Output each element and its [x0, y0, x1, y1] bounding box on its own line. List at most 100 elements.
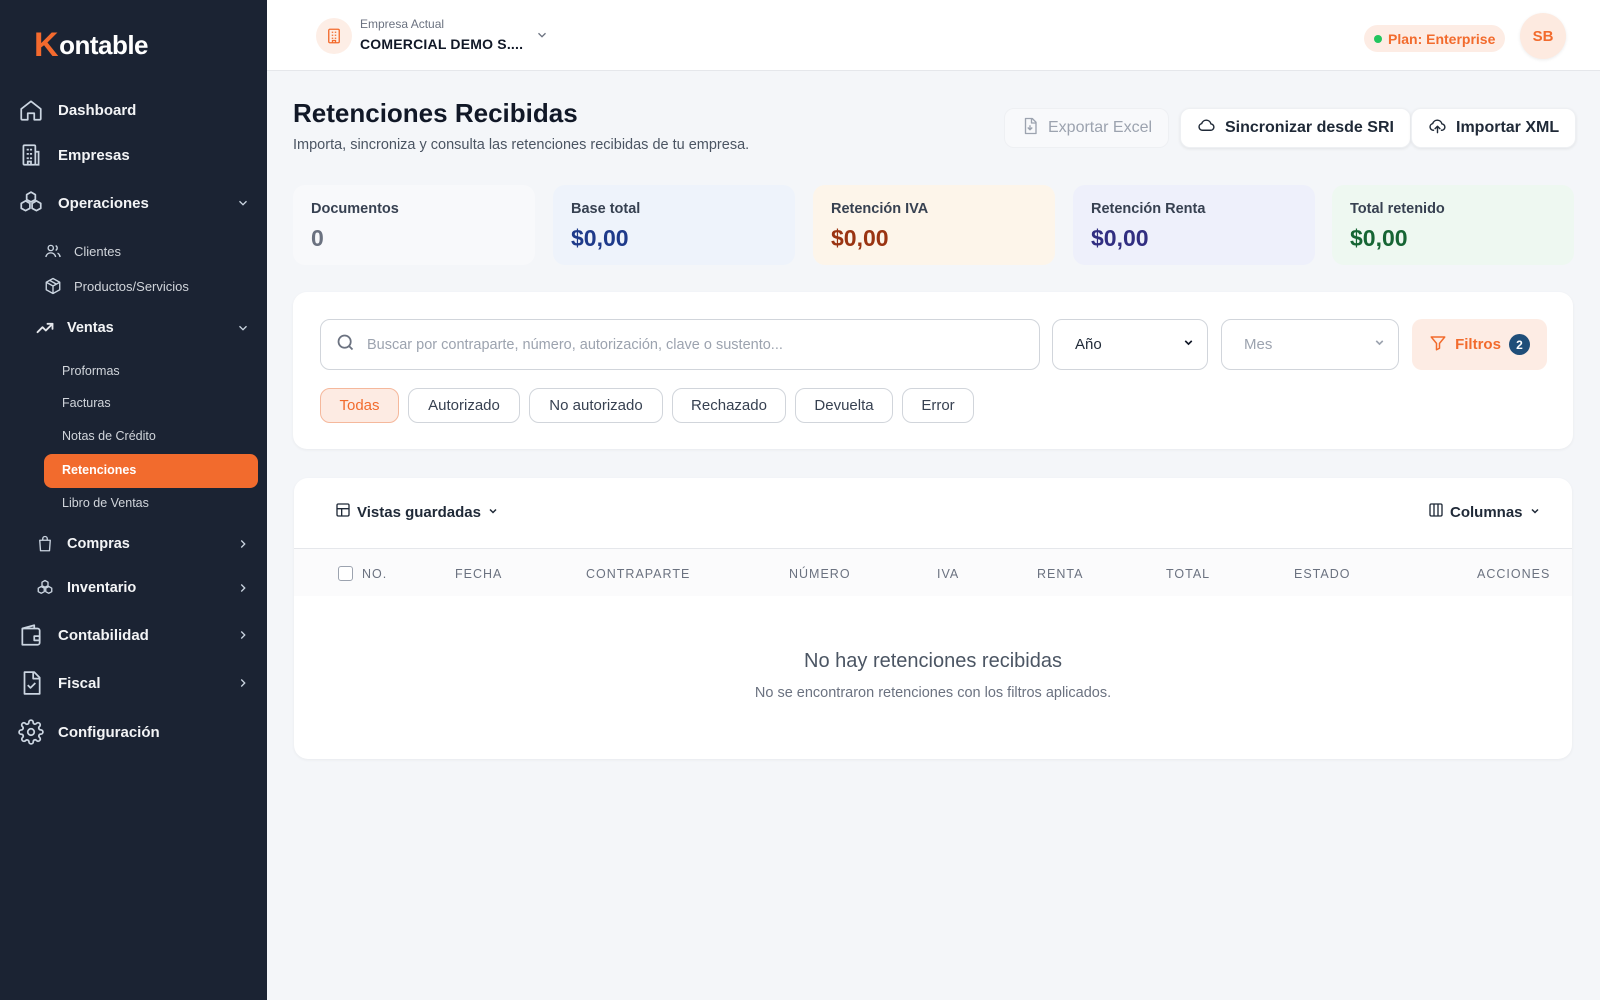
sidebar-item-facturas[interactable]: Facturas: [62, 396, 111, 410]
avatar[interactable]: SB: [1520, 13, 1566, 59]
home-icon: [18, 97, 44, 123]
column-header-no[interactable]: NO.: [362, 567, 387, 581]
app-logo[interactable]: Kontable: [34, 25, 149, 64]
export-excel-button[interactable]: Exportar Excel: [1004, 108, 1170, 148]
sidebar-item-notas-credito[interactable]: Notas de Crédito: [62, 429, 156, 443]
column-header-renta[interactable]: RENTA: [1037, 567, 1083, 581]
import-xml-label: Importar XML: [1456, 119, 1560, 136]
sidebar-item-inventario[interactable]: Inventario: [35, 577, 250, 599]
month-select-value: Mes: [1244, 336, 1273, 353]
chip-error[interactable]: Error: [902, 388, 974, 423]
import-xml-button[interactable]: Importar XML: [1411, 108, 1577, 148]
chevron-down-icon: [1529, 504, 1541, 521]
column-header-fecha[interactable]: FECHA: [455, 567, 502, 581]
saved-views-button[interactable]: Vistas guardadas: [335, 502, 499, 522]
company-label: Empresa Actual: [360, 17, 445, 31]
plan-badge: Plan: Enterprise: [1364, 25, 1506, 52]
page-title: Retenciones Recibidas: [293, 98, 578, 128]
sidebar-item-configuracion[interactable]: Configuración: [18, 718, 160, 746]
building-icon: [316, 18, 352, 54]
column-header-iva[interactable]: IVA: [937, 567, 959, 581]
shopping-bag-icon: [35, 535, 54, 553]
sidebar-label-retenciones: Retenciones: [62, 463, 137, 477]
stat-value: $0,00: [1350, 225, 1408, 251]
sidebar-item-operaciones[interactable]: Operaciones: [18, 189, 250, 217]
sidebar-item-fiscal[interactable]: Fiscal: [18, 669, 250, 697]
sidebar-label-dashboard: Dashboard: [58, 101, 137, 119]
sidebar-item-retenciones[interactable]: Retenciones: [62, 463, 136, 477]
empty-state-subtitle: No se encontraron retenciones con los fi…: [754, 685, 1112, 701]
page-subtitle: Importa, sincroniza y consulta las reten…: [293, 137, 750, 153]
month-select[interactable]: Mes: [1221, 319, 1399, 370]
stat-value: $0,00: [831, 225, 889, 251]
filter-panel: [293, 292, 1573, 449]
search-input[interactable]: [367, 336, 1007, 353]
sidebar: Kontable Dashboard Empresas Operaciones …: [0, 0, 267, 1000]
stat-retencion-iva: Retención IVA $0,00: [813, 185, 1055, 265]
chip-autorizado[interactable]: Autorizado: [408, 388, 520, 423]
sidebar-item-clientes[interactable]: Clientes: [44, 241, 121, 261]
sidebar-item-empresas[interactable]: Empresas: [18, 141, 130, 169]
package-icon: [44, 277, 62, 295]
sidebar-label-productos: Productos/Servicios: [74, 278, 189, 294]
sidebar-item-dashboard[interactable]: Dashboard: [18, 96, 136, 124]
sidebar-label-libro-ventas: Libro de Ventas: [62, 496, 149, 510]
building-icon: [18, 142, 44, 168]
column-header-contraparte[interactable]: CONTRAPARTE: [586, 567, 690, 581]
file-check-icon: [18, 670, 44, 696]
column-header-estado[interactable]: ESTADO: [1294, 567, 1350, 581]
cloud-icon: [1197, 116, 1216, 140]
stat-label: Retención IVA: [831, 201, 929, 217]
sidebar-label-facturas: Facturas: [62, 396, 111, 410]
chip-todas[interactable]: Todas: [320, 388, 399, 423]
stat-retencion-renta: Retención Renta $0,00: [1073, 185, 1315, 265]
boxes-icon: [18, 190, 44, 216]
sidebar-item-productos[interactable]: Productos/Servicios: [44, 276, 189, 296]
sidebar-label-contabilidad: Contabilidad: [58, 626, 149, 644]
sync-sri-label: Sincronizar desde SRI: [1225, 119, 1394, 136]
empty-state-title: No hay retenciones recibidas: [804, 650, 1062, 672]
year-select-value: Año: [1075, 336, 1102, 353]
trending-up-icon: [35, 318, 55, 338]
sidebar-label-inventario: Inventario: [67, 580, 137, 596]
column-header-total[interactable]: TOTAL: [1166, 567, 1210, 581]
export-excel-label: Exportar Excel: [1048, 119, 1153, 136]
column-header-numero[interactable]: NÚMERO: [789, 567, 851, 581]
sidebar-label-notas-credito: Notas de Crédito: [62, 429, 156, 443]
boxes-icon: [35, 579, 54, 597]
sidebar-label-operaciones: Operaciones: [58, 194, 149, 212]
chip-rechazado[interactable]: Rechazado: [672, 388, 786, 423]
sidebar-label-proformas: Proformas: [62, 364, 120, 378]
sidebar-item-libro-ventas[interactable]: Libro de Ventas: [62, 496, 149, 510]
chevron-right-icon: [236, 581, 250, 595]
sidebar-item-compras[interactable]: Compras: [35, 533, 250, 555]
users-icon: [44, 242, 62, 260]
sidebar-item-proformas[interactable]: Proformas: [62, 364, 120, 378]
chevron-down-icon: [1373, 336, 1386, 353]
sidebar-item-ventas[interactable]: Ventas: [35, 316, 250, 340]
filters-count-badge: 2: [1508, 334, 1530, 355]
chip-devuelta[interactable]: Devuelta: [795, 388, 893, 423]
plan-label: Plan: Enterprise: [1388, 30, 1496, 47]
stat-base-total: Base total $0,00: [553, 185, 795, 265]
stat-value: $0,00: [571, 225, 629, 251]
year-select[interactable]: Año: [1052, 319, 1208, 370]
sidebar-label-compras: Compras: [67, 536, 130, 552]
company-selector[interactable]: COMERCIAL DEMO S....: [360, 36, 523, 52]
columns-button[interactable]: Columnas: [1428, 502, 1541, 522]
columns-icon: [1428, 502, 1444, 522]
stat-total-retenido: Total retenido $0,00: [1332, 185, 1574, 265]
chevron-down-icon[interactable]: [535, 28, 549, 47]
sidebar-item-contabilidad[interactable]: Contabilidad: [18, 621, 250, 649]
sidebar-label-fiscal: Fiscal: [58, 674, 101, 692]
wallet-icon: [18, 622, 44, 648]
select-all-checkbox[interactable]: [338, 566, 353, 581]
stat-label: Documentos: [311, 201, 399, 217]
sync-sri-button[interactable]: Sincronizar desde SRI: [1180, 108, 1411, 148]
search-box[interactable]: [320, 319, 1040, 370]
table-header: NO. FECHA CONTRAPARTE NÚMERO IVA RENTA T…: [294, 548, 1572, 596]
filters-button[interactable]: Filtros 2: [1412, 319, 1547, 370]
logo-k: K: [34, 25, 59, 64]
top-bar: Empresa Actual COMERCIAL DEMO S.... Plan…: [267, 0, 1600, 71]
chip-no-autorizado[interactable]: No autorizado: [529, 388, 663, 423]
